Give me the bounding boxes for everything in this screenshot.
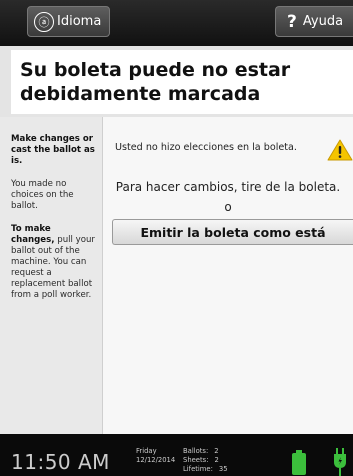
pull-ballot-instruction: Para hacer cambios, tire de la boleta. <box>115 180 341 194</box>
power-plug-icon <box>334 448 346 476</box>
ballots-count: Ballots: 2 <box>183 447 228 456</box>
top-bar: ⓐ Idioma ? Ayuda <box>0 0 353 46</box>
language-button[interactable]: ⓐ Idioma <box>27 6 110 37</box>
status-bar: 11:50 AM Friday 12/12/2014 Ballots: 2 She… <box>0 434 353 476</box>
battery-icon <box>292 450 306 475</box>
sidebar-text-1: You made no choices on the ballot. <box>11 179 74 211</box>
header-box: Su boleta puede no estar debidamente mar… <box>11 50 353 114</box>
lifetime-label: Lifetime: <box>183 465 213 473</box>
lifetime-value: 35 <box>218 465 228 473</box>
help-button[interactable]: ? Ayuda <box>275 6 353 37</box>
ballots-label: Ballots: <box>183 447 209 455</box>
page-title: Su boleta puede no estar debidamente mar… <box>20 59 291 105</box>
sheets-label: Sheets: <box>183 456 209 464</box>
cast-button-label: Emitir la boleta como está <box>140 224 326 240</box>
clock: 11:50 AM <box>11 450 110 474</box>
no-choices-message: Usted no hizo elecciones en la boleta. <box>115 142 297 153</box>
help-button-label: Ayuda <box>302 14 344 29</box>
question-mark-icon: ? <box>287 11 297 32</box>
or-text: o <box>224 200 232 214</box>
main-panel: Usted no hizo elecciones en la boleta. P… <box>103 117 353 434</box>
sheets-count: Sheets: 2 <box>183 456 228 465</box>
ballots-value: 2 <box>214 447 219 455</box>
language-icon: ⓐ <box>34 11 54 32</box>
date-block: Friday 12/12/2014 <box>136 447 175 465</box>
date-label: 12/12/2014 <box>136 456 176 464</box>
warning-triangle-icon <box>327 139 353 161</box>
sidebar-heading-1: Make changes or cast the ballot as is. <box>11 134 95 166</box>
message-row: Usted no hizo elecciones en la boleta. <box>115 139 353 161</box>
instructions: Para hacer cambios, tire de la boleta. o <box>103 177 353 217</box>
counts-block: Ballots: 2 Sheets: 2 Lifetime: 35 <box>183 447 228 474</box>
sheets-value: 2 <box>214 456 219 464</box>
header-area: Su boleta puede no estar debidamente mar… <box>0 46 353 117</box>
day-label: Friday <box>136 447 157 455</box>
language-button-label: Idioma <box>57 14 102 29</box>
cast-ballot-as-is-button[interactable]: Emitir la boleta como está <box>112 219 353 245</box>
lifetime-count: Lifetime: 35 <box>183 465 228 474</box>
sidebar-paragraph-2: To make changes, pull your ballot out of… <box>11 224 96 301</box>
sidebar-heading-2: To make changes, <box>11 224 55 245</box>
help-sidebar: Make changes or cast the ballot as is. Y… <box>0 117 103 434</box>
